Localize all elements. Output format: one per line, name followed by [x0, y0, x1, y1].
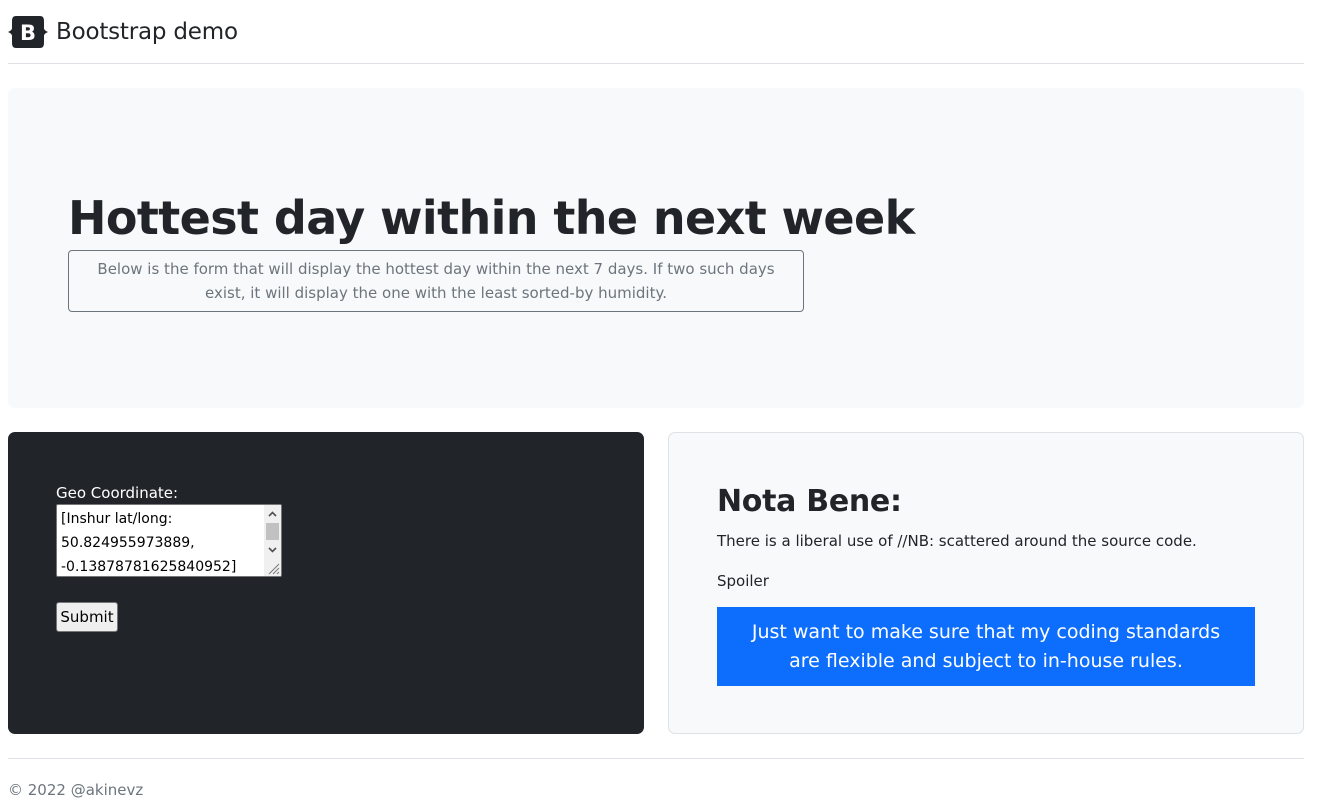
header: B Bootstrap demo — [8, 0, 1304, 64]
spoiler-content-text: Just want to make sure that my coding st… — [751, 620, 1221, 672]
scroll-thumb[interactable] — [266, 523, 279, 540]
resize-grip-icon[interactable] — [266, 561, 280, 575]
form-panel: Geo Coordinate: [Inshur lat/long: 50.824… — [8, 432, 644, 734]
footer: © 2022 @akinevz — [8, 758, 1304, 799]
nota-bene-text: There is a liberal use of //NB: scattere… — [717, 532, 1197, 550]
submit-button[interactable]: Submit — [56, 602, 118, 632]
spoiler-label[interactable]: Spoiler — [717, 571, 769, 591]
hero-description: Below is the form that will display the … — [68, 250, 804, 312]
footer-copyright: © 2022 @akinevz — [8, 781, 144, 799]
page-title: Hottest day within the next week — [68, 191, 915, 245]
geo-coordinate-value[interactable]: [Inshur lat/long: 50.824955973889, -0.13… — [61, 507, 261, 576]
hero-section: Hottest day within the next week Below i… — [8, 88, 1304, 408]
brand-text[interactable]: Bootstrap demo — [56, 19, 238, 45]
geo-coordinate-label: Geo Coordinate: — [56, 484, 179, 502]
hero-description-text: Below is the form that will display the … — [97, 260, 775, 302]
nota-bene-title: Nota Bene: — [717, 484, 902, 519]
scroll-up-icon[interactable] — [264, 505, 281, 522]
brand-link[interactable]: B Bootstrap demo — [8, 12, 238, 52]
geo-coordinate-textarea[interactable]: [Inshur lat/long: 50.824955973889, -0.13… — [56, 504, 282, 577]
scroll-down-icon[interactable] — [264, 541, 281, 558]
nota-bene-panel: Nota Bene: There is a liberal use of //N… — [668, 432, 1304, 734]
logo-letter: B — [20, 21, 36, 45]
bootstrap-logo-icon: B — [8, 15, 48, 48]
page: B Bootstrap demo Hottest day within the … — [0, 0, 1317, 811]
spoiler-content: Just want to make sure that my coding st… — [717, 607, 1255, 686]
